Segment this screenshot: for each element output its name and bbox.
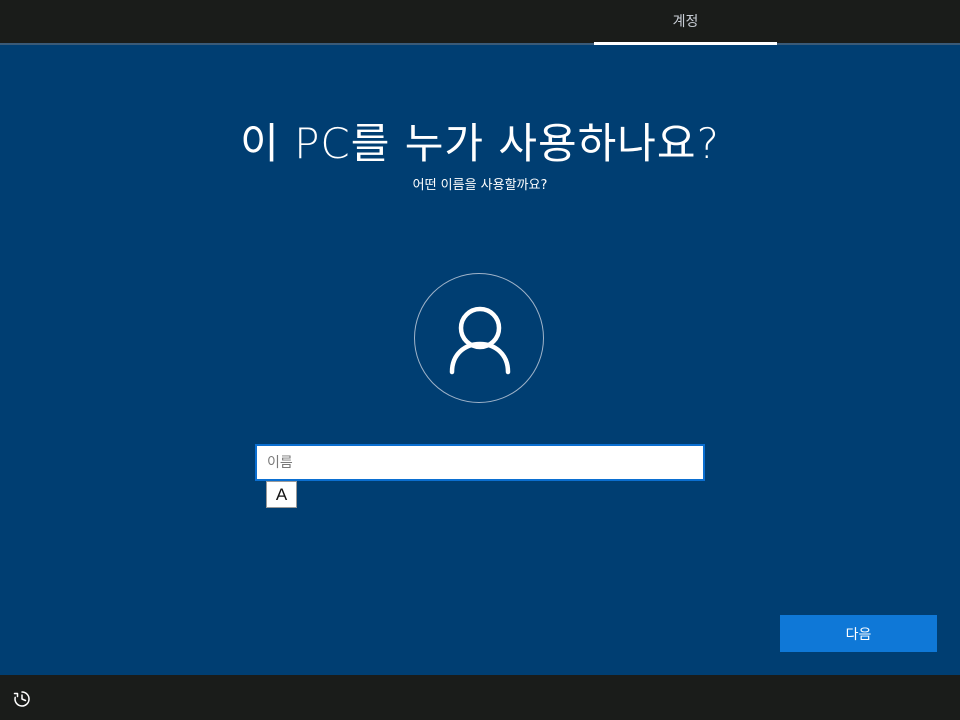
- next-button[interactable]: 다음: [780, 615, 937, 652]
- name-input[interactable]: [255, 444, 705, 481]
- step-tab-account: 계정: [672, 14, 699, 30]
- page-title: 이 PC를 누가 사용하나요?: [240, 119, 720, 168]
- step-active-indicator: [594, 42, 777, 45]
- user-icon: [449, 306, 511, 375]
- top-bar: 계정: [0, 0, 960, 45]
- page-subtitle: 어떤 이름을 사용할까요?: [412, 178, 548, 193]
- ease-of-access-icon[interactable]: [12, 689, 32, 709]
- oobe-screen: 계정 이 PC를 누가 사용하나요? 어떤 이름을 사용할까요? A 다음: [0, 0, 960, 720]
- ime-mode-indicator: A: [266, 481, 297, 508]
- avatar: [414, 273, 544, 403]
- bottom-bar: [0, 675, 960, 720]
